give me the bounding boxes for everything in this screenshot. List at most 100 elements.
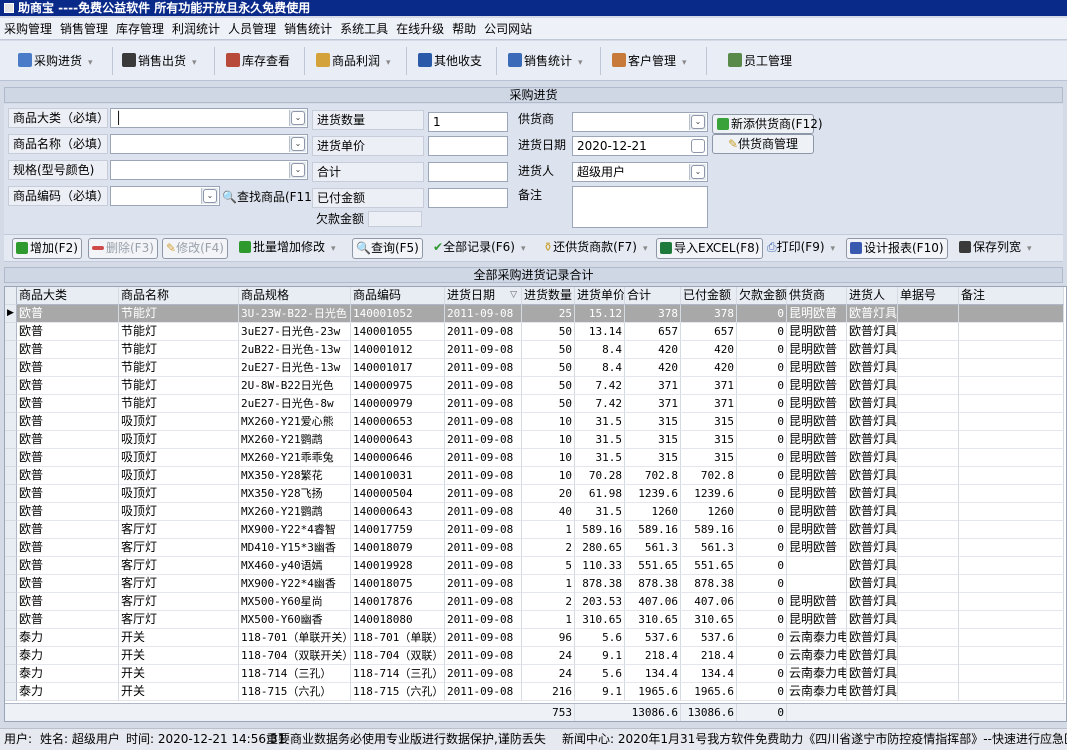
- table-cell[interactable]: 0: [737, 359, 787, 377]
- table-cell[interactable]: 0: [737, 683, 787, 701]
- table-cell[interactable]: [959, 593, 1064, 611]
- table-cell[interactable]: 1965.6: [625, 683, 681, 701]
- table-cell[interactable]: 2011-09-08: [445, 305, 522, 323]
- table-cell[interactable]: 3uE27-日光色-23w: [239, 323, 351, 341]
- table-cell[interactable]: [898, 557, 959, 575]
- menu-staff[interactable]: 人员管理: [224, 18, 280, 40]
- table-cell[interactable]: 140001017: [351, 359, 445, 377]
- table-cell[interactable]: 吸顶灯: [119, 431, 239, 449]
- table-cell[interactable]: 欧普灯具: [847, 449, 898, 467]
- table-cell[interactable]: 140000653: [351, 413, 445, 431]
- table-cell[interactable]: 0: [737, 647, 787, 665]
- table-row[interactable]: 欧普 吸顶灯 MX260-Y21爱心熊 140000653 2011-09-08 10 31…: [5, 413, 1066, 431]
- table-cell[interactable]: 10: [522, 467, 575, 485]
- table-cell[interactable]: 315: [681, 431, 737, 449]
- table-cell[interactable]: 407.06: [625, 593, 681, 611]
- toolbar-purchase-button[interactable]: 采购进货 ▾: [18, 49, 93, 73]
- table-cell[interactable]: 140019928: [351, 557, 445, 575]
- table-cell[interactable]: 10: [522, 449, 575, 467]
- table-cell[interactable]: 589.16: [681, 521, 737, 539]
- table-cell[interactable]: [959, 467, 1064, 485]
- table-cell[interactable]: 昆明欧普: [787, 539, 847, 557]
- table-cell[interactable]: 0: [737, 575, 787, 593]
- table-cell[interactable]: 吸顶灯: [119, 467, 239, 485]
- table-row[interactable]: 欧普 吸顶灯 MX350-Y28繁花 140010031 2011-09-08 10 70.…: [5, 467, 1066, 485]
- row-indicator[interactable]: [5, 395, 17, 413]
- add-supplier-button[interactable]: 新添供货商(F12): [712, 114, 823, 134]
- delete-button[interactable]: 删除(F3): [88, 238, 158, 259]
- dropdown-arrow-icon[interactable]: ▾: [331, 244, 336, 254]
- table-cell[interactable]: 欧普灯具: [847, 629, 898, 647]
- table-cell[interactable]: 589.16: [625, 521, 681, 539]
- table-cell[interactable]: 2011-09-08: [445, 575, 522, 593]
- table-cell[interactable]: 140000504: [351, 485, 445, 503]
- table-cell[interactable]: 118-704（双联开关）: [239, 647, 351, 665]
- table-cell[interactable]: 开关: [119, 629, 239, 647]
- row-indicator[interactable]: [5, 341, 17, 359]
- menu-purchase[interactable]: 采购管理: [0, 18, 56, 40]
- table-cell[interactable]: 欧普: [17, 395, 119, 413]
- table-cell[interactable]: [898, 647, 959, 665]
- table-cell[interactable]: 泰力: [17, 629, 119, 647]
- table-row[interactable]: 欧普 客厅灯 MX500-Y60幽香 140018080 2011-09-08 1 310.…: [5, 611, 1066, 629]
- table-cell[interactable]: 20: [522, 485, 575, 503]
- toolbar-finance-button[interactable]: 其他收支: [418, 49, 482, 73]
- table-cell[interactable]: 140001052: [351, 305, 445, 323]
- toolbar-stats-button[interactable]: 销售统计 ▾: [508, 49, 583, 73]
- table-cell[interactable]: 欧普: [17, 413, 119, 431]
- table-cell[interactable]: 节能灯: [119, 323, 239, 341]
- table-cell[interactable]: 欧普灯具: [847, 575, 898, 593]
- combo-arrow-icon[interactable]: ⌄: [291, 163, 305, 177]
- table-cell[interactable]: 1239.6: [681, 485, 737, 503]
- table-cell[interactable]: 134.4: [625, 665, 681, 683]
- table-cell[interactable]: 315: [625, 449, 681, 467]
- row-indicator[interactable]: [5, 611, 17, 629]
- table-cell[interactable]: 70.28: [575, 467, 625, 485]
- table-cell[interactable]: [898, 503, 959, 521]
- table-cell[interactable]: 2uB22-日光色-13w: [239, 341, 351, 359]
- table-cell[interactable]: 0: [737, 593, 787, 611]
- table-cell[interactable]: 0: [737, 413, 787, 431]
- table-cell[interactable]: 140001012: [351, 341, 445, 359]
- table-cell[interactable]: 310.65: [575, 611, 625, 629]
- table-cell[interactable]: 2uE27-日光色-13w: [239, 359, 351, 377]
- table-cell[interactable]: 节能灯: [119, 341, 239, 359]
- table-cell[interactable]: 1: [522, 575, 575, 593]
- table-cell[interactable]: 50: [522, 323, 575, 341]
- table-row[interactable]: 欧普 节能灯 3uE27-日光色-23w 140001055 2011-09-08 50 1…: [5, 323, 1066, 341]
- table-cell[interactable]: MX260-Y21乖乖兔: [239, 449, 351, 467]
- table-cell[interactable]: 561.3: [625, 539, 681, 557]
- row-indicator[interactable]: [5, 377, 17, 395]
- table-cell[interactable]: [959, 683, 1064, 701]
- table-cell[interactable]: 0: [737, 557, 787, 575]
- table-cell[interactable]: 0: [737, 503, 787, 521]
- table-cell[interactable]: 2011-09-08: [445, 647, 522, 665]
- table-cell[interactable]: 118-715（六孔）: [351, 683, 445, 701]
- column-header[interactable]: 商品名称: [119, 287, 239, 305]
- table-cell[interactable]: 1: [522, 521, 575, 539]
- table-cell[interactable]: 欧普灯具: [847, 593, 898, 611]
- row-indicator[interactable]: [5, 629, 17, 647]
- table-cell[interactable]: 2011-09-08: [445, 467, 522, 485]
- table-cell[interactable]: 118-704（双联）: [351, 647, 445, 665]
- table-cell[interactable]: 开关: [119, 647, 239, 665]
- table-cell[interactable]: MD410-Y15*3幽香: [239, 539, 351, 557]
- table-cell[interactable]: 0: [737, 305, 787, 323]
- table-row[interactable]: 泰力 开关 118-704（双联开关） 118-704（双联） 2011-09-08 24…: [5, 647, 1066, 665]
- table-cell[interactable]: 昆明欧普: [787, 377, 847, 395]
- table-cell[interactable]: 云南泰力电器: [787, 629, 847, 647]
- column-header[interactable]: 进货数量: [522, 287, 575, 305]
- table-cell[interactable]: [959, 485, 1064, 503]
- combo-arrow-icon[interactable]: ⌄: [691, 165, 705, 179]
- table-cell[interactable]: 203.53: [575, 593, 625, 611]
- table-cell[interactable]: [898, 449, 959, 467]
- table-cell[interactable]: 140017876: [351, 593, 445, 611]
- table-cell[interactable]: 欧普: [17, 323, 119, 341]
- table-cell[interactable]: 欧普灯具: [847, 467, 898, 485]
- column-header[interactable]: 备注: [959, 287, 1064, 305]
- menu-profit[interactable]: 利润统计: [168, 18, 224, 40]
- table-cell[interactable]: 371: [681, 377, 737, 395]
- table-cell[interactable]: [959, 629, 1064, 647]
- table-cell[interactable]: [959, 431, 1064, 449]
- table-cell[interactable]: MX350-Y28繁花: [239, 467, 351, 485]
